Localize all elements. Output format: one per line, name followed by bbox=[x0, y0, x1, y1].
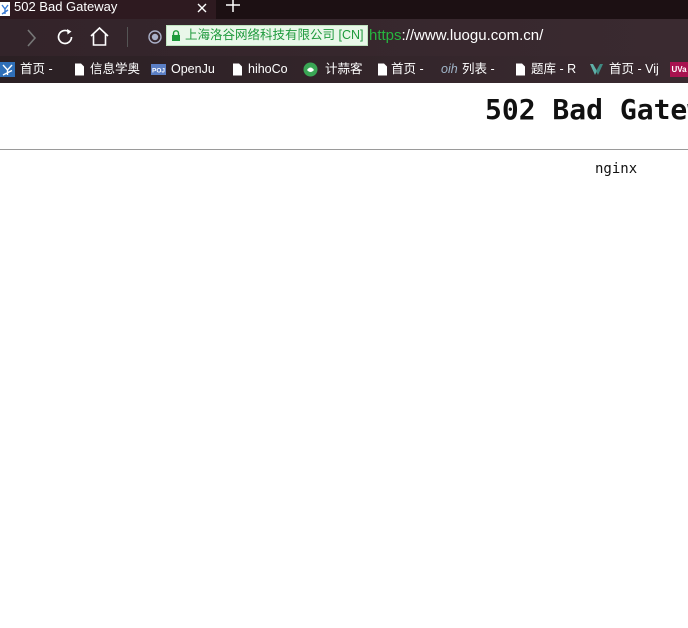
bookmark-label: OpenJu bbox=[171, 62, 215, 76]
bookmark-label: 计蒜客 bbox=[325, 62, 363, 76]
bookmark-label: 信息学奥 bbox=[90, 62, 141, 76]
bookmarks-bar: 首页 - 信息学奥 POJ OpenJu hihoCo 计蒜客 首页 - oih bbox=[0, 56, 688, 83]
site-info-icon[interactable] bbox=[148, 30, 162, 44]
error-heading: 502 Bad Gateway bbox=[485, 93, 688, 126]
chevron-right-icon[interactable] bbox=[24, 28, 38, 48]
address-bar[interactable]: https://www.luogu.com.cn/ bbox=[369, 26, 543, 46]
close-icon[interactable] bbox=[195, 1, 209, 15]
plus-icon[interactable] bbox=[225, 0, 241, 13]
luogu-favicon-icon bbox=[0, 2, 10, 16]
oih-icon: oih bbox=[441, 62, 458, 76]
page-icon bbox=[516, 63, 525, 76]
tab-strip: 502 Bad Gateway bbox=[0, 0, 688, 19]
luogu-icon bbox=[0, 62, 15, 77]
vijos-icon bbox=[590, 64, 603, 75]
bookmark-label: hihoCo bbox=[248, 62, 288, 76]
page-icon bbox=[233, 63, 242, 76]
url-scheme: https bbox=[369, 27, 402, 44]
lock-icon bbox=[172, 30, 180, 41]
jisuanke-icon bbox=[303, 62, 318, 77]
bookmark-label: 首页 - Vij bbox=[609, 62, 659, 76]
bookmark-label: 首页 - bbox=[391, 62, 424, 76]
svg-text:POJ: POJ bbox=[152, 68, 165, 75]
security-badge[interactable]: 上海洛谷网络科技有限公司 [CN] bbox=[166, 25, 369, 46]
horizontal-rule bbox=[0, 149, 688, 150]
bookmark-label: 首页 - bbox=[20, 62, 53, 76]
bookmark-label: 题库 - R bbox=[531, 62, 577, 76]
security-label: 上海洛谷网络科技有限公司 [CN] bbox=[185, 28, 364, 42]
tab-title: 502 Bad Gateway bbox=[14, 0, 118, 14]
url-text: ://www.luogu.com.cn/ bbox=[401, 27, 544, 44]
page-icon bbox=[75, 63, 84, 76]
poj-icon: POJ bbox=[151, 64, 166, 75]
active-tab[interactable]: 502 Bad Gateway bbox=[0, 0, 216, 19]
page-content: 502 Bad Gateway nginx bbox=[0, 83, 688, 628]
home-icon[interactable] bbox=[89, 26, 110, 47]
reload-icon[interactable] bbox=[55, 27, 75, 47]
toolbar-divider bbox=[127, 27, 128, 47]
page-icon bbox=[378, 63, 387, 76]
bookmark-label: 列表 - bbox=[462, 62, 495, 76]
navigation-bar: 上海洛谷网络科技有限公司 [CN] https://www.luogu.com.… bbox=[0, 19, 688, 56]
server-name: nginx bbox=[595, 161, 638, 177]
uva-icon: UVa bbox=[670, 62, 688, 77]
